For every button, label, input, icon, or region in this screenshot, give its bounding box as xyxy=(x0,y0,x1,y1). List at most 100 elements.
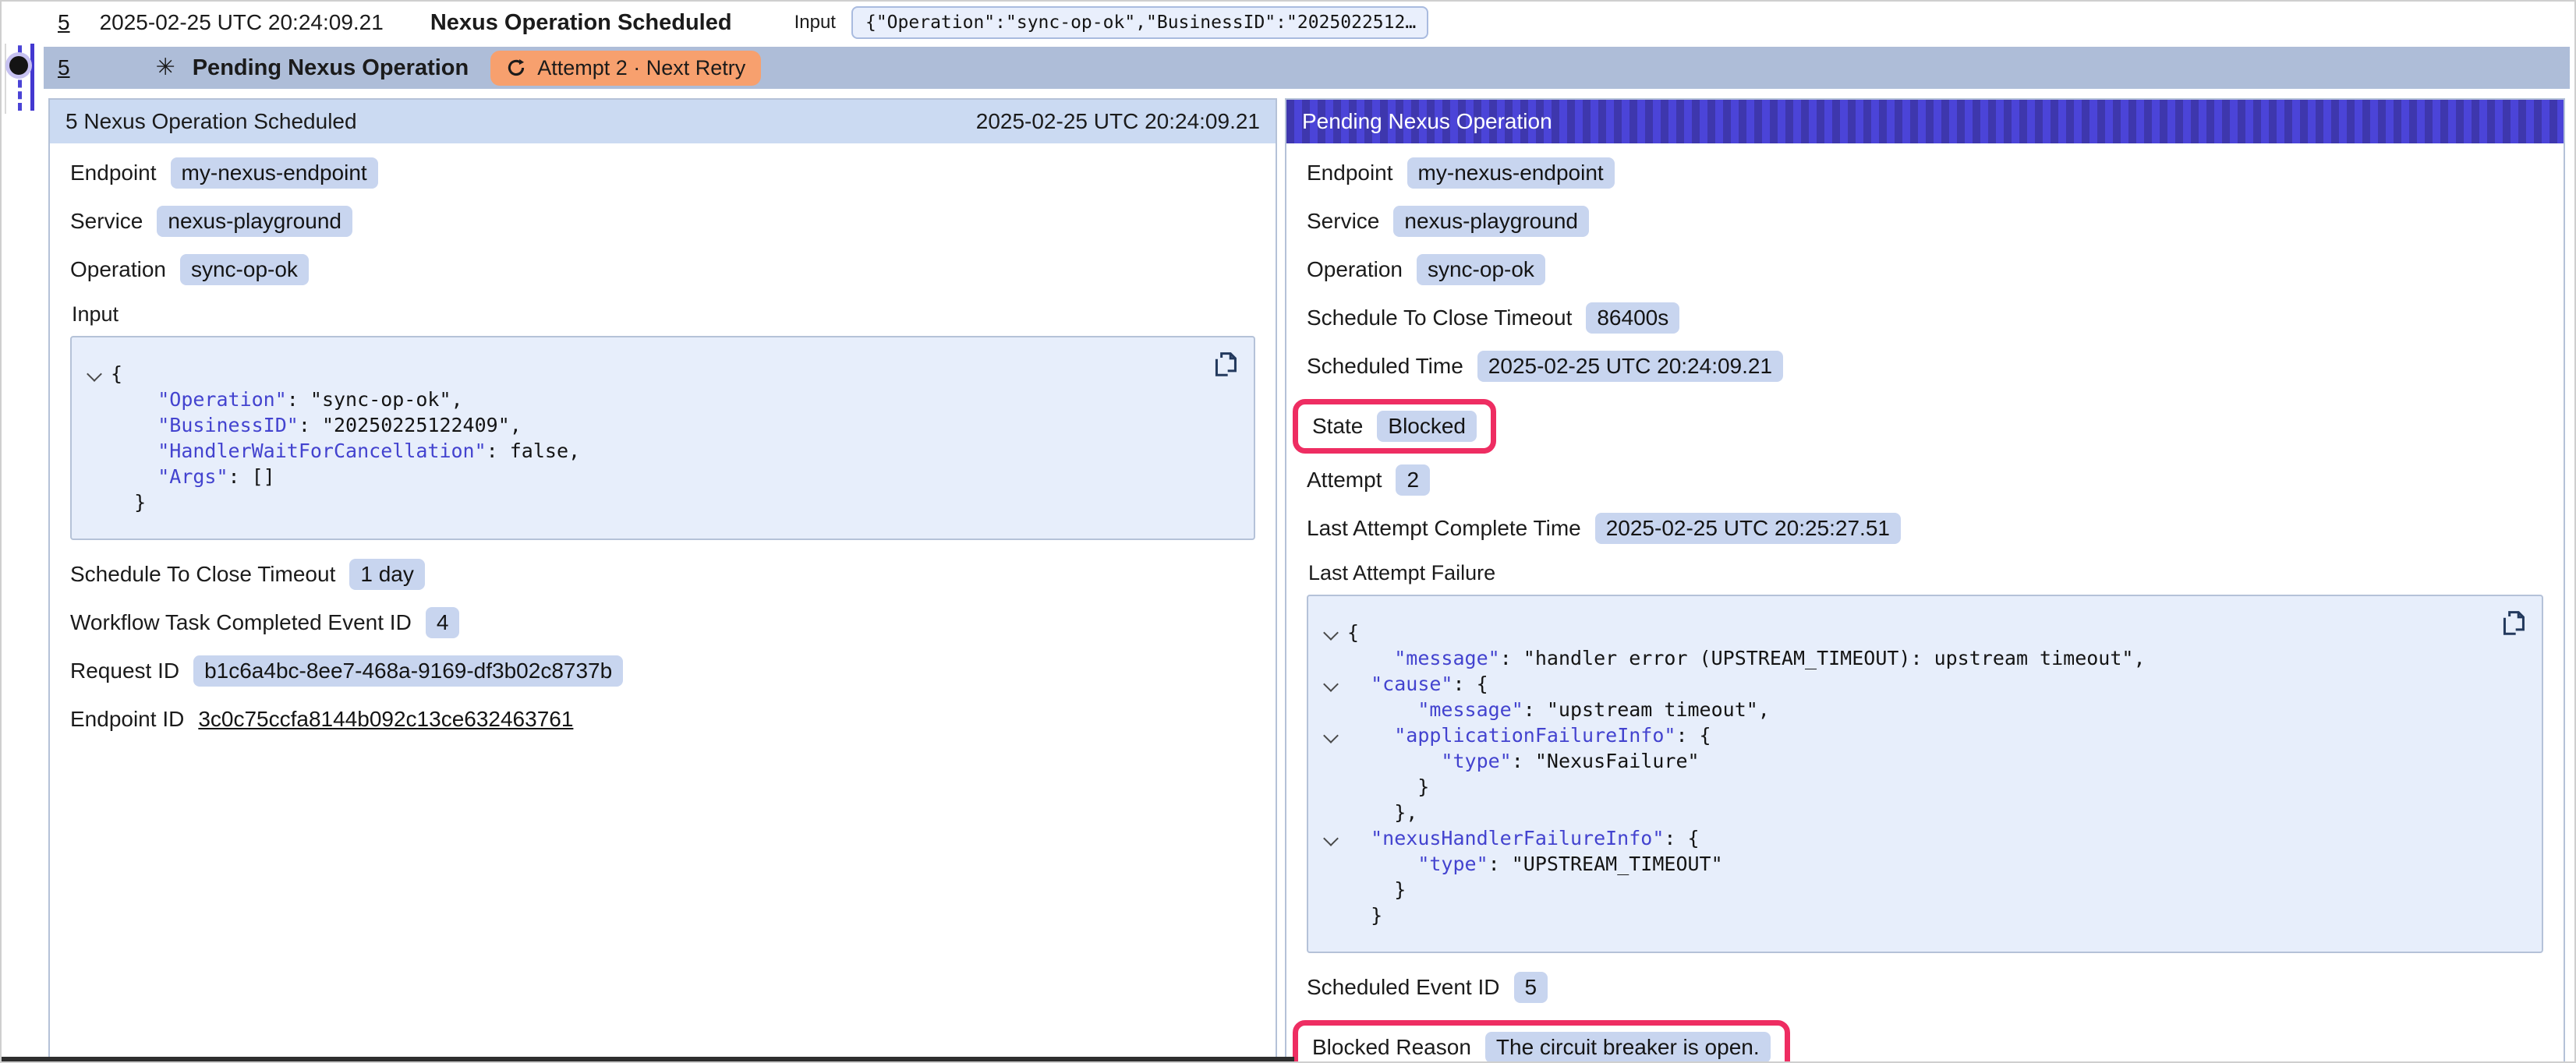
field-value-badge: nexus-playground xyxy=(157,206,352,237)
field-row: Endpointmy-nexus-endpoint xyxy=(1307,157,2543,189)
code-gutter xyxy=(86,412,111,438)
event-title: Nexus Operation Scheduled xyxy=(430,10,732,36)
field-label: Last Attempt Complete Time xyxy=(1307,516,1581,541)
code-gutter xyxy=(1322,774,1347,800)
code-gutter xyxy=(1322,645,1347,671)
field-row: Scheduled Event ID 5 xyxy=(1307,972,2543,1003)
field-list: Endpointmy-nexus-endpoint Service nexus-pl… xyxy=(70,157,1255,285)
collapse-chevron-icon[interactable] xyxy=(87,366,102,382)
code-text: } xyxy=(1347,902,1382,928)
input-section-label: Input xyxy=(72,302,1255,327)
code-text: } xyxy=(1347,877,1406,902)
field-label: Endpoint ID xyxy=(70,707,184,732)
code-text: "Args": [] xyxy=(111,464,275,489)
field-label: Attempt xyxy=(1307,468,1382,493)
code-line: "message": "upstream timeout", xyxy=(1322,697,2489,722)
field-list: Schedule To Close Timeout1 day Workflow T… xyxy=(70,559,1255,735)
retry-icon xyxy=(506,58,526,78)
code-gutter xyxy=(86,489,111,515)
code-gutter xyxy=(1322,800,1347,825)
field-label: Request ID xyxy=(70,659,179,683)
code-text: "Operation": "sync-op-ok", xyxy=(111,387,463,412)
panel-timestamp: 2025-02-25 UTC 20:24:09.21 xyxy=(976,109,1260,134)
event-timestamp: 2025-02-25 UTC 20:24:09.21 xyxy=(100,10,384,35)
code-text: }, xyxy=(1347,800,1417,825)
scheduled-panel-header: 5 Nexus Operation Scheduled 2025-02-25 U… xyxy=(50,100,1276,143)
field-label: Operation xyxy=(1307,257,1403,282)
code-line: "HandlerWaitForCancellation": false, xyxy=(86,438,1201,464)
field-row: Schedule To Close Timeout86400s xyxy=(1307,302,2543,334)
pending-operation-panel: Pending Nexus Operation Endpointmy-nexus… xyxy=(1285,98,2565,1063)
code-text: "type": "UPSTREAM_TIMEOUT" xyxy=(1347,851,1723,877)
code-line: } xyxy=(1322,774,2489,800)
scheduled-event-panel: 5 Nexus Operation Scheduled 2025-02-25 U… xyxy=(48,98,1277,1063)
field-value-link[interactable]: 3c0c75ccfa8144b092c13ce632463761 xyxy=(198,707,573,732)
field-row: Endpointmy-nexus-endpoint xyxy=(70,157,1255,189)
field-row: Last Attempt Complete Time2025-02-25 UTC… xyxy=(1307,513,2543,544)
panel-title: Pending Nexus Operation xyxy=(1302,109,1552,134)
code-line: { xyxy=(1322,620,2489,645)
field-value-badge: Blocked xyxy=(1377,411,1477,442)
code-gutter xyxy=(1322,851,1347,877)
field-value-badge: 4 xyxy=(426,607,460,638)
copy-icon[interactable] xyxy=(2500,609,2528,640)
panel-title: 5 Nexus Operation Scheduled xyxy=(65,109,357,134)
field-label: State xyxy=(1312,414,1363,439)
field-value-badge: my-nexus-endpoint xyxy=(171,157,378,189)
field-label: Service xyxy=(70,209,143,234)
code-line: "type": "UPSTREAM_TIMEOUT" xyxy=(1322,851,2489,877)
code-text: "HandlerWaitForCancellation": false, xyxy=(111,438,580,464)
field-value-badge: nexus-playground xyxy=(1393,206,1589,237)
collapse-chevron-icon[interactable] xyxy=(1323,728,1339,743)
input-label: Input xyxy=(794,12,836,34)
field-label: Operation xyxy=(70,257,166,282)
code-gutter xyxy=(86,464,111,489)
code-gutter xyxy=(1322,748,1347,774)
code-gutter xyxy=(1322,671,1347,697)
field-row: Request ID b1c6a4bc-8ee7-468a-9169-df3b02… xyxy=(70,655,1255,687)
field-list: Endpointmy-nexus-endpointServicenexus-pl… xyxy=(1307,157,2543,544)
field-label: Workflow Task Completed Event ID xyxy=(70,610,412,635)
code-text: } xyxy=(111,489,146,515)
collapse-chevron-icon[interactable] xyxy=(1323,831,1339,846)
collapse-chevron-icon[interactable] xyxy=(1323,625,1339,641)
code-line: "Operation": "sync-op-ok", xyxy=(86,387,1201,412)
code-line: } xyxy=(1322,877,2489,902)
code-line: "Args": [] xyxy=(86,464,1201,489)
event-row-pending[interactable]: 5 ✳ Pending Nexus Operation Attempt 2 · … xyxy=(44,47,2570,89)
code-line: }, xyxy=(1322,800,2489,825)
highlight-box: State Blocked xyxy=(1293,399,1496,454)
event-id-link[interactable]: 5 xyxy=(58,55,70,80)
code-gutter xyxy=(86,438,111,464)
field-row: Schedule To Close Timeout1 day xyxy=(70,559,1255,590)
field-row: Scheduled Time2025-02-25 UTC 20:24:09.21 xyxy=(1307,351,2543,382)
field-value-badge: b1c6a4bc-8ee7-468a-9169-df3b02c8737b xyxy=(193,655,623,687)
copy-icon[interactable] xyxy=(1212,350,1240,381)
field-row: State Blocked xyxy=(1307,399,2543,454)
field-row: Endpoint ID 3c0c75ccfa8144b092c13ce632463… xyxy=(70,704,1255,735)
collapse-chevron-icon[interactable] xyxy=(1323,676,1339,692)
code-line: { xyxy=(86,361,1201,387)
code-line: "nexusHandlerFailureInfo": { xyxy=(1322,825,2489,851)
field-value-badge: sync-op-ok xyxy=(1417,254,1545,285)
field-label: Scheduled Event ID xyxy=(1307,975,1500,1000)
field-row: Blocked Reason The circuit breaker is ope… xyxy=(1307,1020,2543,1063)
code-text: { xyxy=(111,361,122,387)
code-text: "nexusHandlerFailureInfo": { xyxy=(1347,825,1700,851)
code-text: } xyxy=(1347,774,1429,800)
code-gutter xyxy=(86,361,111,387)
field-row: Attempt 2 xyxy=(1307,464,2543,496)
highlight-box: Blocked Reason The circuit breaker is ope… xyxy=(1293,1020,1790,1063)
event-history-view: 5 2025-02-25 UTC 20:24:09.21 Nexus Opera… xyxy=(0,0,2576,1063)
code-line: "BusinessID": "20250225122409", xyxy=(86,412,1201,438)
field-value-badge: 5 xyxy=(1514,972,1548,1003)
field-label: Blocked Reason xyxy=(1312,1035,1471,1060)
field-value-badge: 86400s xyxy=(1586,302,1679,334)
field-row: Operation sync-op-ok xyxy=(1307,254,2543,285)
field-value-badge: The circuit breaker is open. xyxy=(1485,1032,1771,1063)
event-title: Pending Nexus Operation xyxy=(193,55,469,81)
event-row-scheduled[interactable]: 5 2025-02-25 UTC 20:24:09.21 Nexus Opera… xyxy=(2,2,2570,44)
input-payload-pill: {"Operation":"sync-op-ok","BusinessID":"… xyxy=(851,6,1428,39)
field-value-badge: 2 xyxy=(1396,464,1430,496)
event-id-link[interactable]: 5 xyxy=(58,10,70,35)
